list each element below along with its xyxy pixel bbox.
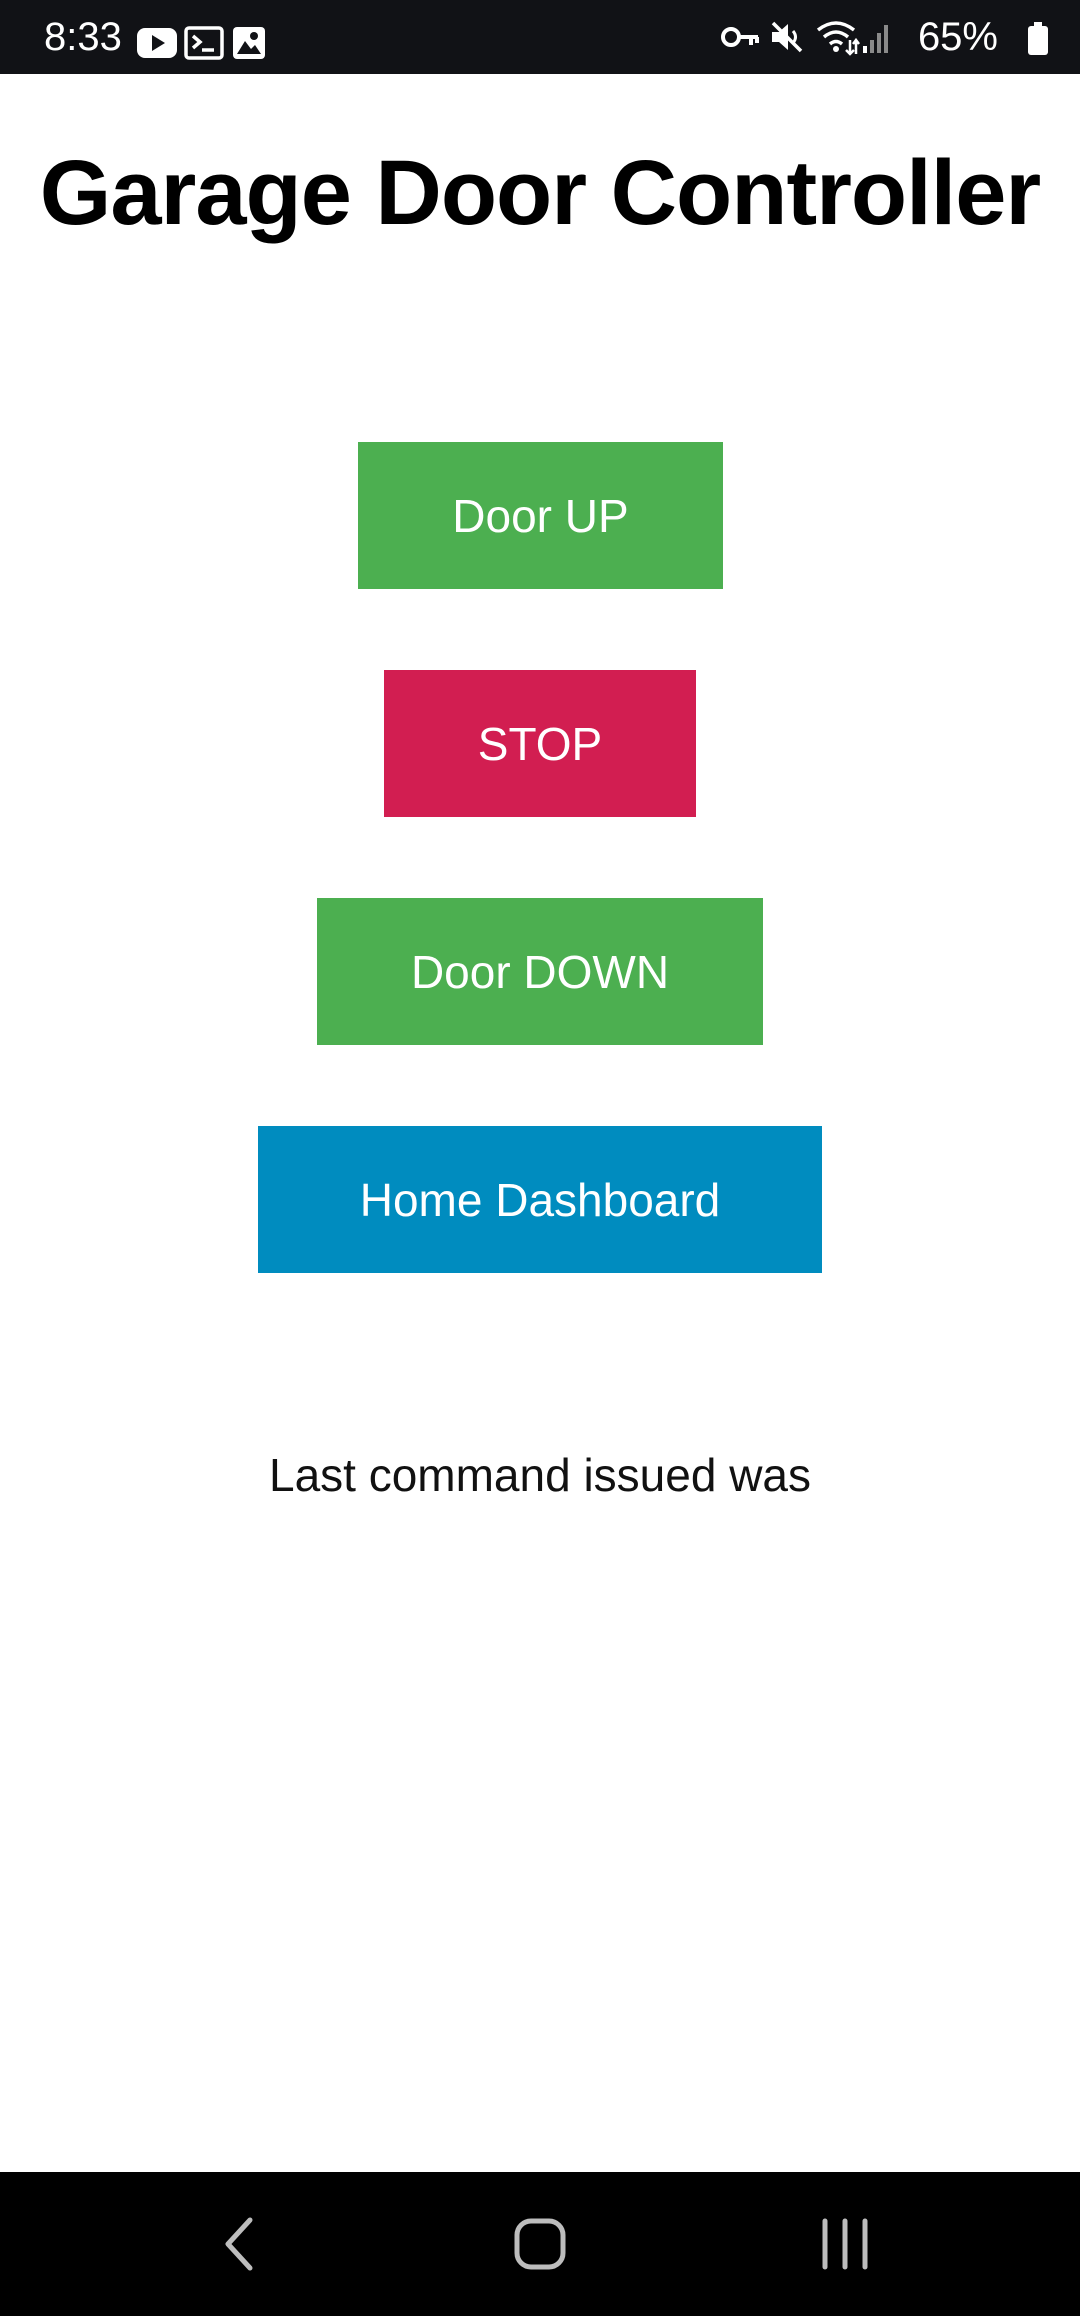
door-up-button[interactable]: Door UP [358,442,723,589]
signal-icon [863,25,888,53]
back-button[interactable] [140,2172,340,2316]
home-dashboard-button[interactable]: Home Dashboard [258,1126,822,1273]
door-down-button[interactable]: Door DOWN [317,898,763,1045]
gallery-icon [233,27,265,59]
vpn-key-icon [721,27,759,47]
battery-icon [1028,22,1048,55]
stop-button[interactable]: STOP [384,670,696,817]
status-bar: 8:33 65% [0,0,1080,74]
navigation-bar [0,2172,1080,2316]
page-title: Garage Door Controller [39,142,1041,244]
youtube-icon [137,28,177,58]
home-icon [514,2218,566,2270]
last-command-text: Last command issued was [268,1449,812,1501]
status-time: 8:33 [44,15,122,59]
battery-percent: 65% [917,15,998,59]
home-button[interactable] [440,2172,640,2316]
mute-icon [771,21,803,53]
recents-icon [822,2218,868,2270]
wifi-icon [816,21,860,56]
recents-button[interactable] [745,2172,945,2316]
terminal-icon [184,26,224,60]
screen: 8:33 65% Garage Door Controller Door UP … [0,0,1080,2316]
back-icon [225,2217,253,2271]
